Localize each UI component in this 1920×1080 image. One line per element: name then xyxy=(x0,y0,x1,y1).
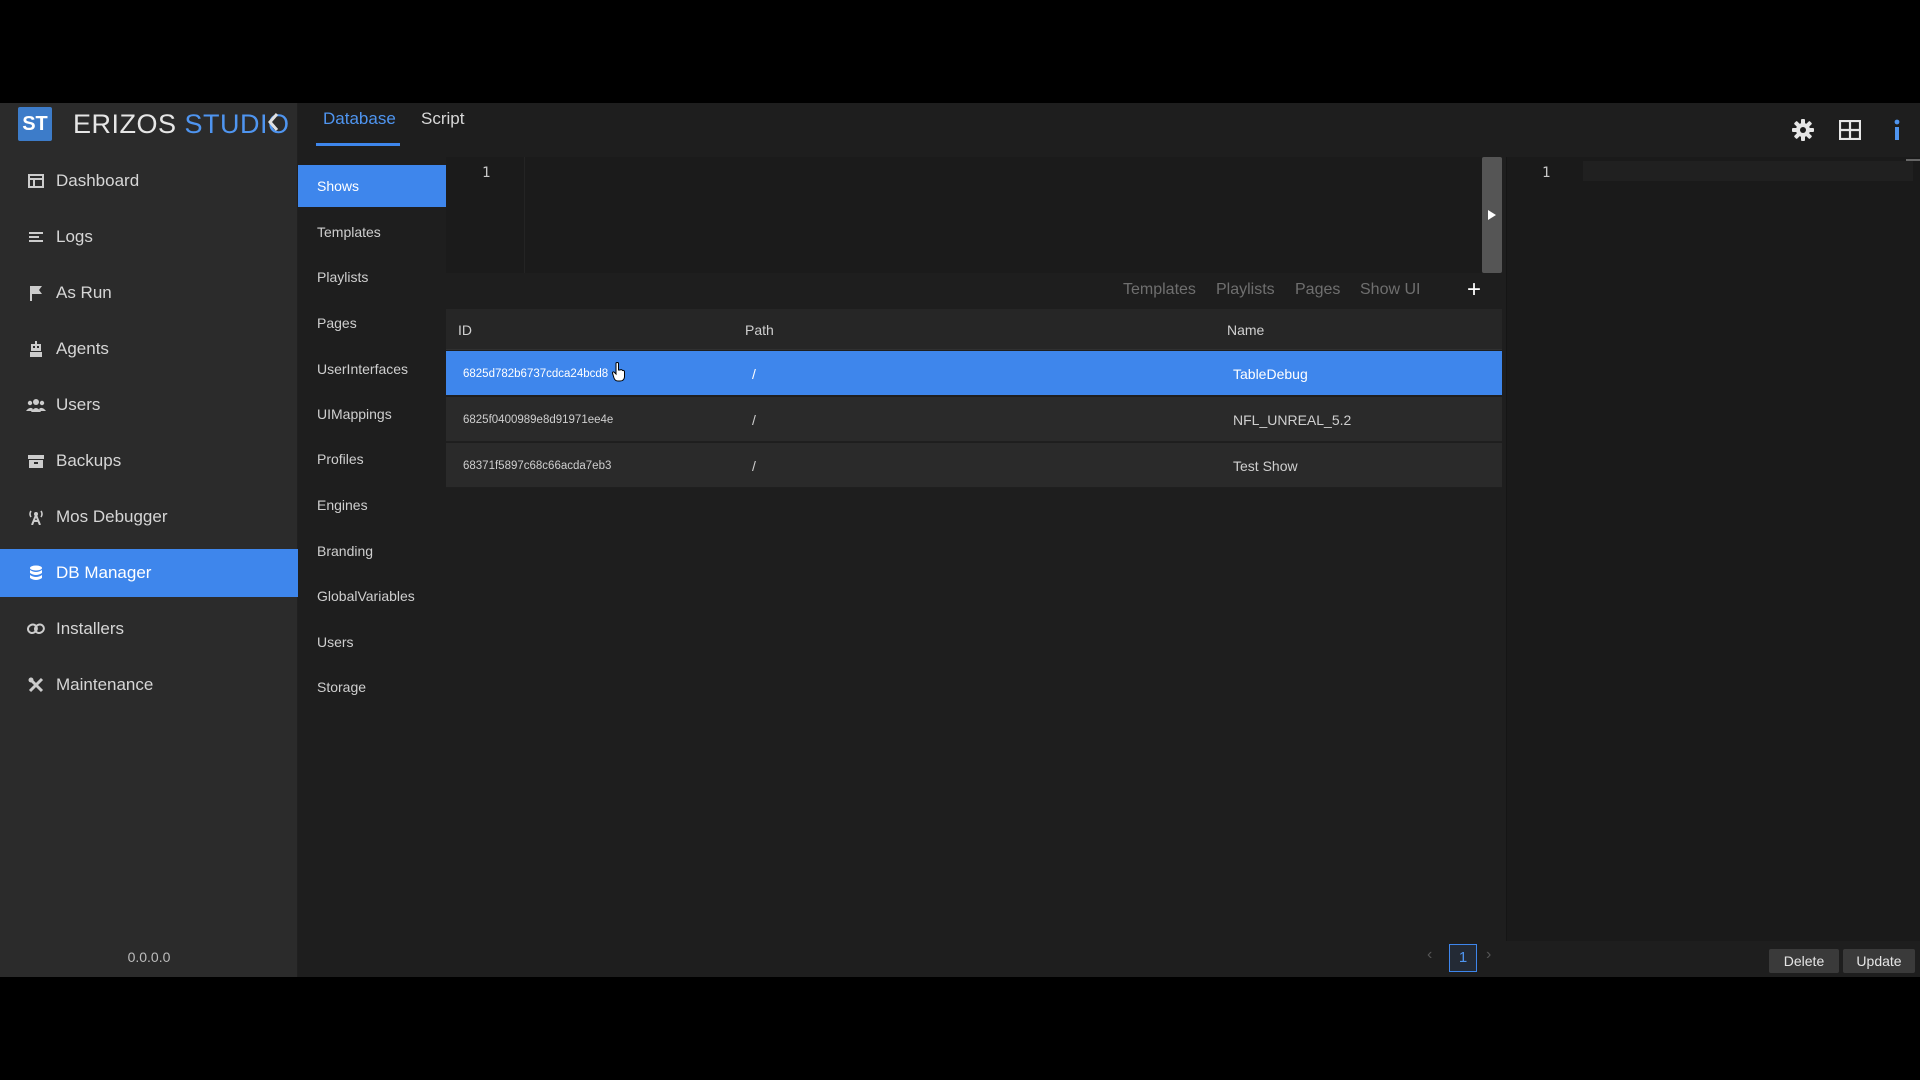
update-button[interactable]: Update xyxy=(1843,949,1915,973)
cell-path: / xyxy=(752,366,756,382)
query-editor[interactable]: 1 xyxy=(446,157,1482,273)
tab-script[interactable]: Script xyxy=(421,109,464,129)
sidebar-item-label: Users xyxy=(56,395,101,414)
tools-icon xyxy=(26,675,46,695)
column-header-name[interactable]: Name xyxy=(1227,322,1264,338)
sidebar-item-label: Backups xyxy=(56,451,122,470)
dashboard-icon xyxy=(26,171,46,191)
filter-playlists[interactable]: Playlists xyxy=(1216,281,1275,299)
sidebar-item-label: Logs xyxy=(56,227,93,246)
broadcast-icon xyxy=(26,507,46,527)
collection-item-storage[interactable]: Storage xyxy=(298,666,446,708)
sidebar-item-logs[interactable]: Logs xyxy=(0,213,298,261)
settings-button[interactable] xyxy=(1790,117,1816,143)
collection-item-userinterfaces[interactable]: UserInterfaces xyxy=(298,348,446,390)
sidebar-item-users[interactable]: Users xyxy=(0,381,298,429)
table-row[interactable]: 68371f5897c68c66acda7eb3 / Test Show xyxy=(446,443,1502,488)
cell-id: 68371f5897c68c66acda7eb3 xyxy=(463,460,612,472)
run-query-button[interactable] xyxy=(1482,157,1502,273)
sidebar-item-label: Installers xyxy=(56,619,125,638)
table-row[interactable]: 6825f0400989e8d91971ee4e / NFL_UNREAL_5.… xyxy=(446,397,1502,442)
robot-icon xyxy=(26,339,46,359)
flag-icon xyxy=(26,283,46,303)
cell-name: Test Show xyxy=(1233,458,1298,474)
version-label: 0.0.0.0 xyxy=(127,949,171,965)
delete-button[interactable]: Delete xyxy=(1769,949,1839,973)
collection-item-shows[interactable]: Shows xyxy=(298,165,446,207)
filter-pages[interactable]: Pages xyxy=(1295,281,1340,299)
filter-show-ui[interactable]: Show UI xyxy=(1360,281,1420,299)
app-window: ST ERIZOS STUDIO Dashboard Logs As Run A… xyxy=(0,103,1920,977)
cell-id: 6825f0400989e8d91971ee4e xyxy=(463,414,614,426)
list-icon xyxy=(26,227,46,247)
mouse-cursor-icon xyxy=(612,362,625,382)
cell-path: / xyxy=(752,412,756,428)
filter-templates[interactable]: Templates xyxy=(1123,281,1196,299)
collection-item-uimappings[interactable]: UIMappings xyxy=(298,393,446,435)
collection-item-engines[interactable]: Engines xyxy=(298,484,446,526)
column-header-id[interactable]: ID xyxy=(458,322,472,338)
result-editor[interactable]: 1 xyxy=(1506,157,1920,941)
info-button[interactable] xyxy=(1884,117,1910,143)
layout-icon xyxy=(1839,120,1861,140)
logo-badge: ST xyxy=(18,107,52,141)
sidebar: ST ERIZOS STUDIO Dashboard Logs As Run A… xyxy=(0,103,298,977)
cell-name: TableDebug xyxy=(1233,366,1308,382)
archive-icon xyxy=(26,451,46,471)
sidebar-item-label: Dashboard xyxy=(56,171,140,190)
table-row[interactable]: 6825d782b6737cdca24bcd8 / TableDebug xyxy=(446,351,1502,396)
sidebar-item-db-manager[interactable]: DB Manager xyxy=(0,549,298,597)
sidebar-item-mos-debugger[interactable]: Mos Debugger xyxy=(0,493,298,541)
users-icon xyxy=(26,395,46,415)
line-number: 1 xyxy=(1542,165,1551,181)
collection-item-branding[interactable]: Branding xyxy=(298,530,446,572)
sidebar-item-maintenance[interactable]: Maintenance xyxy=(0,661,298,709)
filter-bar: Templates Playlists Pages Show UI + xyxy=(446,273,1502,309)
cell-path: / xyxy=(752,458,756,474)
tab-database[interactable]: Database xyxy=(323,109,396,129)
sidebar-item-dashboard[interactable]: Dashboard xyxy=(0,157,298,205)
sidebar-item-label: Mos Debugger xyxy=(56,507,168,526)
collections-list: Shows Templates Playlists Pages UserInte… xyxy=(298,161,446,977)
sidebar-item-label: Maintenance xyxy=(56,675,154,694)
layout-button[interactable] xyxy=(1837,117,1863,143)
cell-id: 6825d782b6737cdca24bcd8 xyxy=(463,368,609,380)
sidebar-item-agents[interactable]: Agents xyxy=(0,325,298,373)
play-icon xyxy=(1488,210,1496,220)
column-header-path[interactable]: Path xyxy=(745,322,774,338)
sidebar-item-label: As Run xyxy=(56,283,112,302)
active-tab-indicator xyxy=(316,143,400,146)
collapse-sidebar-button[interactable] xyxy=(264,109,284,135)
database-icon xyxy=(26,563,46,583)
line-number: 1 xyxy=(482,165,491,181)
pagination-current-page[interactable]: 1 xyxy=(1449,944,1477,972)
collection-item-users[interactable]: Users xyxy=(298,621,446,663)
pagination-next[interactable]: › xyxy=(1486,946,1491,964)
sidebar-item-label: DB Manager xyxy=(56,563,152,582)
settings-icon xyxy=(1792,119,1814,141)
sidebar-item-backups[interactable]: Backups xyxy=(0,437,298,485)
sidebar-item-as-run[interactable]: As Run xyxy=(0,269,298,317)
logo-text: ERIZOS STUDIO xyxy=(73,109,290,140)
sidebar-item-installers[interactable]: Installers xyxy=(0,605,298,653)
collection-item-pages[interactable]: Pages xyxy=(298,302,446,344)
info-icon xyxy=(1894,119,1900,140)
chevron-left-icon xyxy=(268,113,279,131)
editor-scroll-marker xyxy=(1906,159,1920,161)
collection-item-playlists[interactable]: Playlists xyxy=(298,256,446,298)
collection-item-globalvariables[interactable]: GlobalVariables xyxy=(298,575,446,617)
collection-item-profiles[interactable]: Profiles xyxy=(298,438,446,480)
collection-item-templates[interactable]: Templates xyxy=(298,211,446,253)
sidebar-item-label: Agents xyxy=(56,339,109,358)
logo: ST ERIZOS STUDIO xyxy=(0,103,298,153)
add-button[interactable]: + xyxy=(1461,276,1487,304)
editor-current-line xyxy=(1583,161,1913,181)
logo-text-erizos: ERIZOS xyxy=(73,109,177,139)
pagination-prev[interactable]: ‹ xyxy=(1427,946,1432,964)
table-header: ID Path Name xyxy=(446,309,1502,350)
cell-name: NFL_UNREAL_5.2 xyxy=(1233,412,1352,428)
link-icon xyxy=(26,619,46,639)
editor-gutter-divider xyxy=(524,157,525,273)
